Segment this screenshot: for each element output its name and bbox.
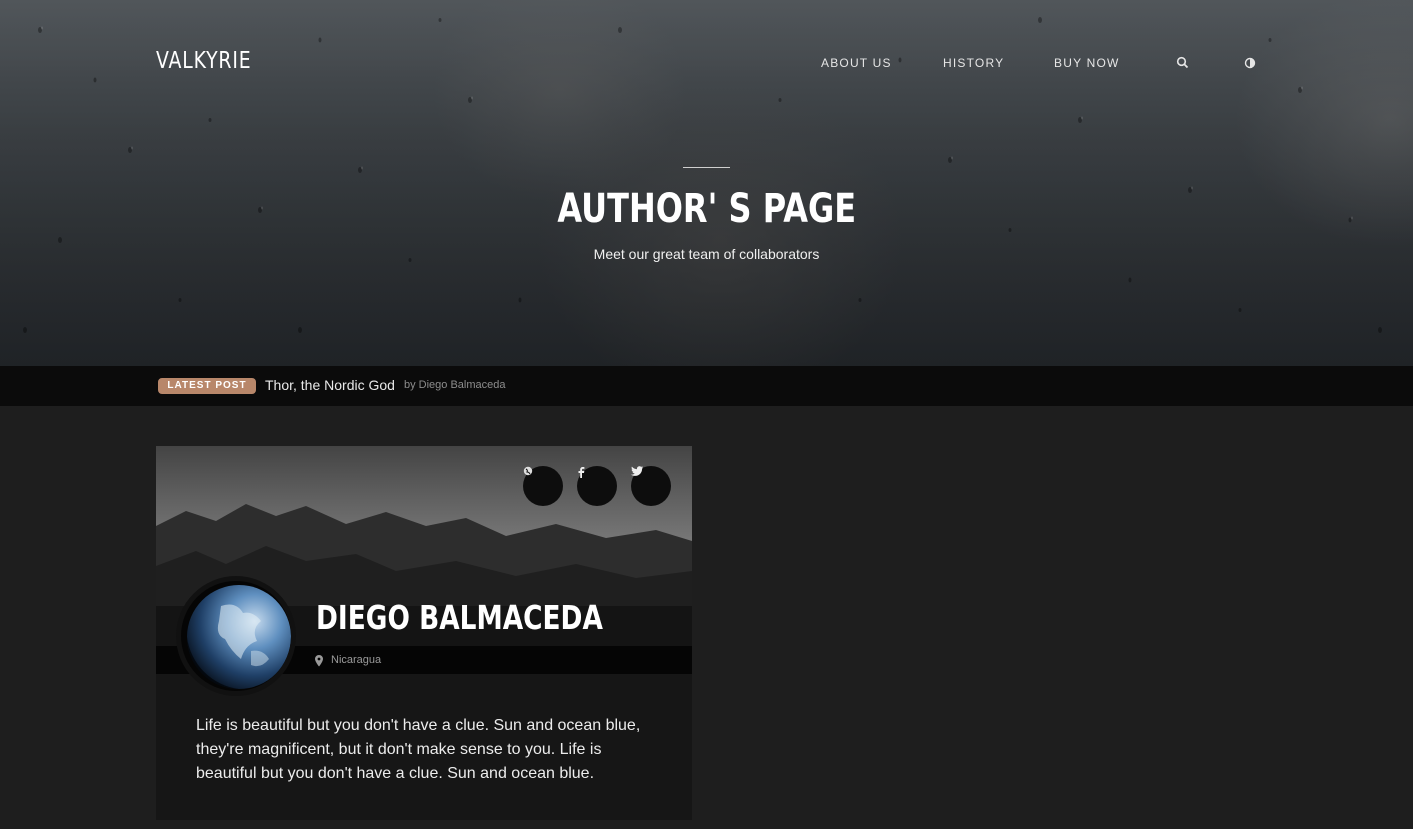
- hero-banner: VALKYRIE ABOUT US HISTORY BUY NOW AUTHOR…: [0, 0, 1413, 366]
- avatar: [176, 576, 296, 696]
- main-nav: ABOUT US HISTORY BUY NOW: [0, 56, 1413, 76]
- website-button[interactable]: [523, 466, 563, 506]
- page-title: AUTHOR' S PAGE: [557, 186, 856, 232]
- latest-post-author: by Diego Balmaceda: [404, 379, 506, 391]
- earth-avatar-image: [181, 581, 291, 691]
- map-pin-icon: [315, 654, 325, 667]
- nav-about-us[interactable]: ABOUT US: [821, 56, 892, 70]
- author-location: Nicaragua: [331, 654, 382, 666]
- latest-post-badge: LATEST POST: [158, 378, 256, 394]
- contrast-icon[interactable]: [1243, 56, 1259, 72]
- nav-buy-now[interactable]: BUY NOW: [1054, 56, 1120, 70]
- facebook-button[interactable]: [577, 466, 617, 506]
- author-card: DIEGO BALMACEDA Nicaragua Life is beauti…: [156, 446, 692, 820]
- author-bio: Life is beautiful but you don't have a c…: [196, 717, 641, 782]
- hero-divider: [683, 167, 730, 168]
- twitter-button[interactable]: [631, 466, 671, 506]
- latest-post-bar: LATEST POST Thor, the Nordic God by Dieg…: [0, 366, 1413, 406]
- author-name: DIEGO BALMACEDA: [316, 598, 603, 637]
- search-icon[interactable]: [1176, 56, 1192, 72]
- nav-history[interactable]: HISTORY: [943, 56, 1004, 70]
- page-subtitle: Meet our great team of collaborators: [593, 246, 820, 262]
- latest-post-link[interactable]: Thor, the Nordic God: [265, 377, 395, 393]
